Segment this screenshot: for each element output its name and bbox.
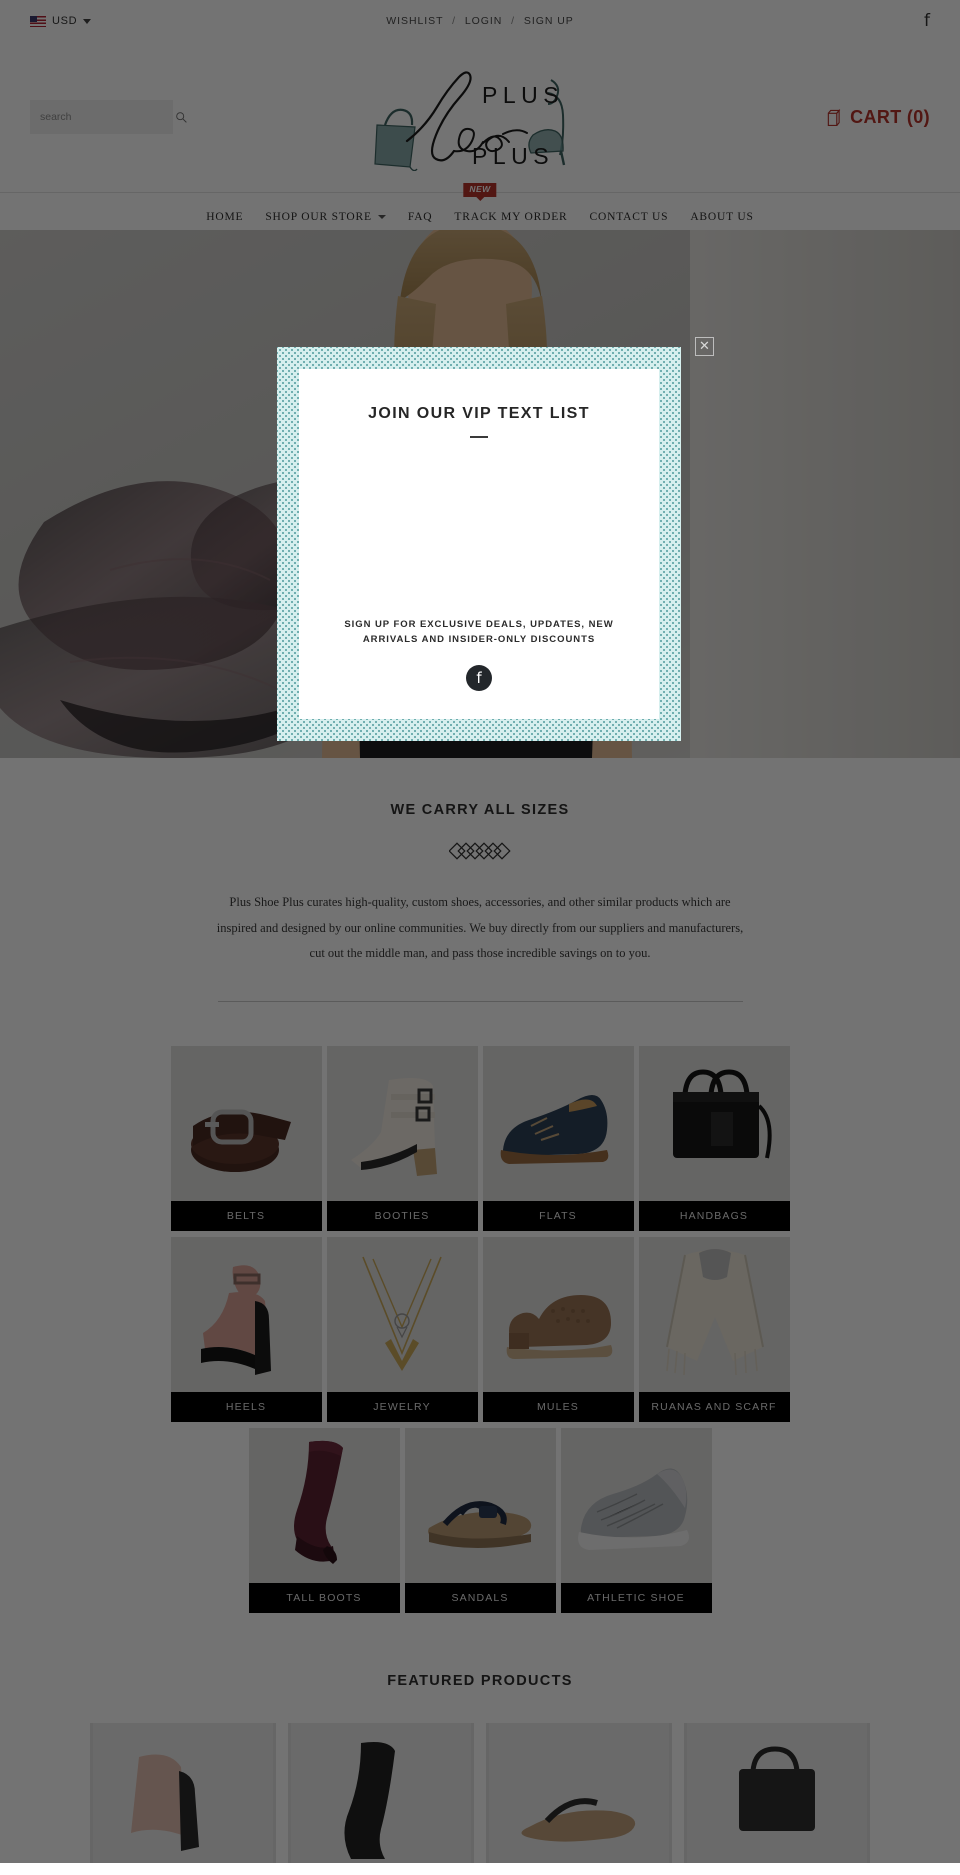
modal-overlay[interactable]	[0, 0, 960, 1863]
vip-text-list-modal: ✕ JOIN OUR VIP TEXT LIST SIGN UP FOR EXC…	[277, 337, 714, 741]
modal-title: JOIN OUR VIP TEXT LIST	[368, 405, 590, 422]
close-icon[interactable]: ✕	[695, 337, 714, 356]
page-root: USD WISHLIST / LOGIN / SIGN UP f	[0, 0, 960, 1863]
modal-subtitle: SIGN UP FOR EXCLUSIVE DEALS, UPDATES, NE…	[344, 618, 614, 646]
modal-title-divider	[470, 436, 488, 438]
modal-content: JOIN OUR VIP TEXT LIST SIGN UP FOR EXCLU…	[299, 369, 659, 719]
facebook-icon[interactable]: f	[466, 665, 492, 691]
modal-frame: JOIN OUR VIP TEXT LIST SIGN UP FOR EXCLU…	[277, 347, 681, 741]
